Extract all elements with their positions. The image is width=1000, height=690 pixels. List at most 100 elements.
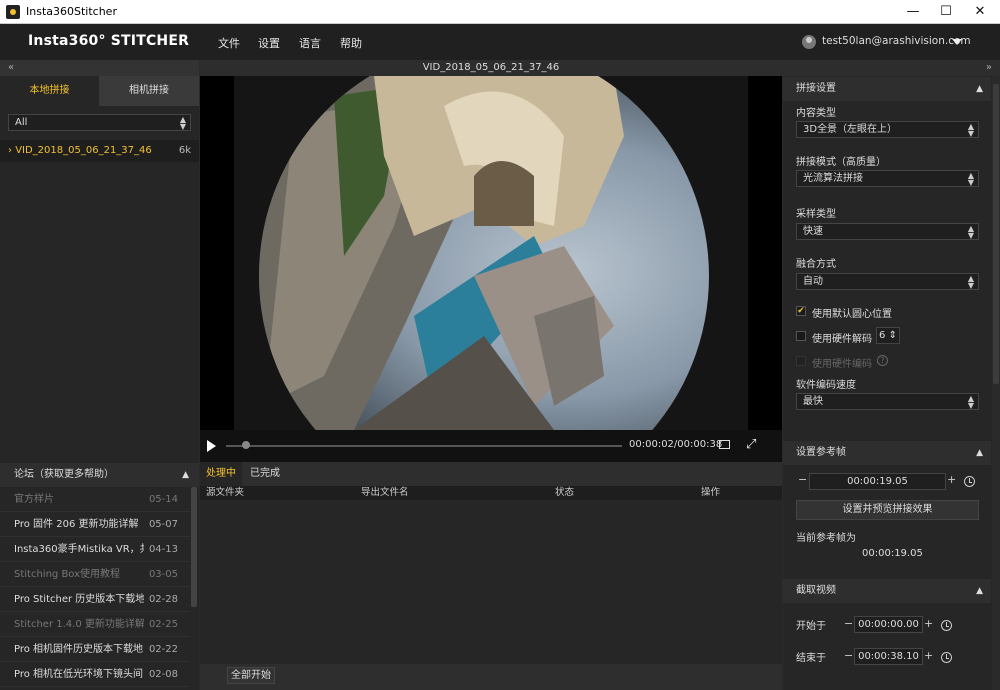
column-source-folder: 源文件夹: [206, 487, 245, 498]
tab-completed[interactable]: 已完成: [244, 462, 286, 486]
end-label: 结束于: [796, 653, 826, 664]
app-logo: Insta360° STITCHER: [28, 33, 190, 49]
forum-list-item[interactable]: Stitching Box使用教程 03-05: [0, 562, 190, 587]
default-center-checkbox[interactable]: ✔: [796, 306, 806, 316]
updown-arrow-icon: ▲ ▼: [967, 122, 974, 138]
help-icon[interactable]: ?: [877, 355, 888, 366]
forum-item-title: Stitching Box使用教程: [14, 569, 121, 580]
maximize-button[interactable]: ☐: [929, 0, 963, 24]
title-bar: Insta360Stitcher — ☐ ✕: [0, 0, 1000, 24]
preview-stitch-button[interactable]: 设置并预览拼接效果: [796, 500, 979, 520]
seek-bar[interactable]: [226, 445, 622, 447]
sampling-label: 采样类型: [796, 209, 836, 220]
forum-item-title: Pro 相机在低光环境下镜头间...: [14, 669, 144, 680]
task-panel: 处理中 已完成 源文件夹 导出文件名 状态 操作 全部开始: [200, 462, 782, 690]
right-panel: » 拼接设置 ▲ 内容类型 3D全景（左眼在上） ▲ ▼ 拼接模式（高质量） 光流算法…: [783, 60, 1000, 690]
collapse-left-button[interactable]: «: [0, 60, 199, 76]
forum-list-item[interactable]: 官方样片 05-14: [0, 487, 190, 512]
filter-value: All: [15, 117, 28, 128]
column-output-name: 导出文件名: [361, 487, 409, 498]
content-type-label: 内容类型: [796, 108, 836, 119]
avatar-icon: [802, 35, 816, 49]
center-panel: VID_2018_05_06_21_37_46 00:00:02/00:00:3…: [200, 60, 782, 690]
end-minus-button[interactable]: −: [844, 649, 853, 662]
tab-processing[interactable]: 处理中: [200, 462, 242, 486]
menu-file[interactable]: 文件: [218, 35, 240, 51]
forum-list-item[interactable]: Pro 相机固件历史版本下载地... 02-22: [0, 637, 190, 662]
updown-arrow-icon: ▲ ▼: [967, 394, 974, 410]
playback-time: 00:00:02/00:00:38: [629, 439, 723, 450]
collapse-right-button[interactable]: »: [783, 60, 1000, 76]
forum-item-title: 官方样片: [14, 494, 54, 505]
clock-icon[interactable]: [941, 620, 952, 631]
play-icon[interactable]: [207, 440, 216, 452]
start-time-input[interactable]: 00:00:00.00: [854, 616, 923, 633]
stitch-settings-header[interactable]: 拼接设置 ▲: [783, 77, 991, 101]
forum-scrollbar[interactable]: [191, 487, 197, 607]
column-actions: 操作: [701, 487, 721, 498]
ref-time-input[interactable]: 00:00:19.05: [809, 473, 946, 490]
seek-handle[interactable]: [241, 441, 250, 449]
forum-list-item[interactable]: Insta360豪手Mistika VR，共... 04-13: [0, 537, 190, 562]
forum-item-title: Pro Stitcher 历史版本下载地...: [14, 594, 144, 605]
forum-item-date: 05-07: [148, 519, 178, 530]
end-time-input[interactable]: 00:00:38.10: [854, 648, 923, 665]
forum-list-item[interactable]: Pro Stitcher 历史版本下载地... 02-28: [0, 587, 190, 612]
chevron-up-icon: ▲: [976, 448, 983, 458]
hw-decode-checkbox[interactable]: [796, 331, 806, 341]
stitch-mode-select[interactable]: 光流算法拼接 ▲ ▼: [796, 170, 979, 187]
start-plus-button[interactable]: +: [924, 617, 933, 630]
tab-local-stitch[interactable]: 本地拼接: [0, 76, 99, 106]
window-title: Insta360Stitcher: [26, 5, 117, 18]
file-list-item[interactable]: › VID_2018_05_06_21_37_46 6k: [0, 140, 199, 162]
forum-list-item[interactable]: Pro 相机在低光环境下镜头间... 02-08: [0, 662, 190, 687]
hw-encode-checkbox[interactable]: [796, 356, 806, 366]
trim-video-header[interactable]: 截取视频 ▲: [783, 579, 991, 603]
forum-list-item[interactable]: Stitcher 1.4.0 更新功能详解 02-25: [0, 612, 190, 637]
screen-mode-icon[interactable]: [719, 440, 730, 449]
app-icon: [6, 5, 20, 19]
forum-item-date: 02-22: [148, 644, 178, 655]
forum-item-title: Stitcher 1.4.0 更新功能详解: [14, 619, 144, 630]
forum-item-date: 02-28: [148, 594, 178, 605]
end-plus-button[interactable]: +: [924, 649, 933, 662]
clock-icon[interactable]: [964, 476, 975, 487]
task-tabs: 处理中 已完成: [200, 462, 782, 486]
forum-list-item[interactable]: Pro 固件 206 更新功能详解 05-07: [0, 512, 190, 537]
forum-item-date: 03-05: [148, 569, 178, 580]
chevron-up-icon: ▲: [182, 470, 189, 480]
close-button[interactable]: ✕: [963, 0, 997, 24]
forum-panel: 论坛（获取更多帮助） ▲ 官方样片 05-14 Pro 固件 206 更新功能详解 0…: [0, 463, 199, 690]
fullscreen-icon[interactable]: ⤢: [746, 437, 756, 452]
column-status: 状态: [555, 487, 575, 498]
start-all-button[interactable]: 全部开始: [227, 667, 275, 684]
user-email: test50lan@arashivision.com: [822, 35, 971, 47]
settings-scrollbar[interactable]: [992, 76, 1000, 690]
task-footer: [200, 664, 782, 690]
sampling-select[interactable]: 快速 ▲ ▼: [796, 223, 979, 240]
filter-select[interactable]: All ▲ ▼: [8, 114, 191, 131]
content-type-select[interactable]: 3D全景（左眼在上） ▲ ▼: [796, 121, 979, 138]
app-header: Insta360° STITCHER 文件 设置 语言 帮助 test50lan…: [0, 24, 1000, 60]
stitch-mode-label: 拼接模式（高质量）: [796, 157, 886, 168]
forum-item-date: 02-25: [148, 619, 178, 630]
file-resolution: 6k: [178, 145, 191, 156]
hw-decode-count[interactable]: 6 ⇕: [876, 327, 900, 344]
ref-plus-button[interactable]: +: [947, 473, 956, 486]
clock-icon[interactable]: [941, 652, 952, 663]
minimize-button[interactable]: —: [896, 0, 930, 24]
menu-settings[interactable]: 设置: [258, 35, 280, 51]
video-preview[interactable]: [200, 76, 782, 430]
encode-speed-select[interactable]: 最快 ▲ ▼: [796, 393, 979, 410]
ref-minus-button[interactable]: −: [798, 473, 807, 486]
updown-arrow-icon: ▲ ▼: [967, 274, 974, 290]
hw-encode-label: 使用硬件编码: [812, 359, 872, 370]
forum-header[interactable]: 论坛（获取更多帮助） ▲: [0, 463, 199, 487]
blend-select[interactable]: 自动 ▲ ▼: [796, 273, 979, 290]
reference-frame-header[interactable]: 设置参考帧 ▲: [783, 441, 991, 465]
forum-item-title: Pro 相机固件历史版本下载地...: [14, 644, 144, 655]
menu-language[interactable]: 语言: [299, 35, 321, 51]
tab-camera-stitch[interactable]: 相机拼接: [99, 76, 199, 106]
start-minus-button[interactable]: −: [844, 617, 853, 630]
menu-help[interactable]: 帮助: [340, 35, 362, 51]
